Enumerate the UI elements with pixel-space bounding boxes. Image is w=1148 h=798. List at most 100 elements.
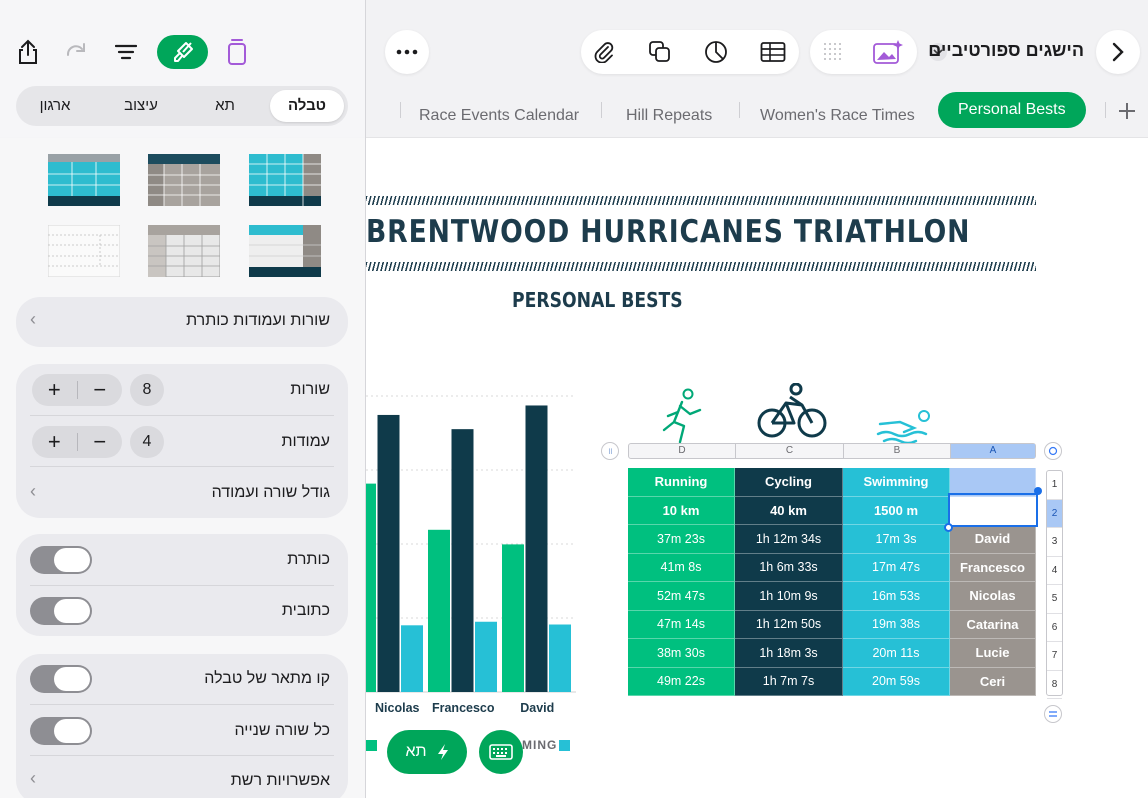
row-number[interactable]: 1 (1047, 471, 1062, 500)
table-name-cell[interactable]: Francesco (950, 553, 1036, 582)
table-name-cell[interactable]: David (950, 525, 1036, 554)
table-name-cell[interactable]: Catarina (950, 610, 1036, 639)
row-number[interactable]: 8 (1047, 671, 1062, 699)
table-style-4[interactable] (48, 225, 120, 277)
table-subheader-cell[interactable]: 10 km (628, 496, 735, 525)
tab-arrange[interactable]: ארגון (16, 90, 94, 122)
chart-bar-swimming[interactable] (401, 625, 423, 692)
table-cell[interactable]: 1h 7m 7s (735, 667, 843, 696)
table-cell[interactable]: 19m 38s (843, 610, 950, 639)
table-cell[interactable]: 1h 12m 34s (735, 525, 843, 554)
row-number[interactable]: 3 (1047, 528, 1062, 557)
rows-increment-button[interactable]: + (32, 374, 77, 406)
table-icon[interactable] (760, 40, 786, 64)
table-cell[interactable]: 1h 18m 3s (735, 639, 843, 668)
table-cell[interactable]: 37m 23s (628, 525, 735, 554)
chart-bar-cycling[interactable] (525, 405, 548, 692)
row-number[interactable]: 2 (1047, 499, 1062, 528)
alternating-rows-toggle[interactable] (30, 717, 92, 745)
row-number[interactable]: 5 (1047, 585, 1062, 614)
cell-actions-button[interactable]: תא (387, 730, 467, 774)
table-cell[interactable]: 20m 11s (843, 639, 950, 668)
table-move-handle[interactable]: ॥ (601, 442, 619, 460)
caption-toggle[interactable] (30, 597, 92, 625)
tab-table[interactable]: טבלה (270, 90, 344, 122)
table-outline-toggle[interactable] (30, 665, 92, 693)
table-cell[interactable]: 52m 47s (628, 582, 735, 611)
table-cell[interactable]: 20m 59s (843, 667, 950, 696)
row-number[interactable]: 4 (1047, 557, 1062, 585)
column-letter-b[interactable]: B (844, 444, 951, 458)
columns-decrement-button[interactable]: − (78, 426, 123, 458)
table-cell[interactable]: 16m 53s (843, 582, 950, 611)
tab-race-events-calendar[interactable]: Race Events Calendar (419, 100, 579, 132)
header-rows-columns-row[interactable]: ‹ שורות ועמודות כותרת (16, 297, 348, 347)
attachment-icon[interactable] (592, 40, 616, 64)
column-letter-d[interactable]: D (629, 444, 736, 458)
table-cell[interactable]: 1h 10m 9s (735, 582, 843, 611)
list-menu-icon[interactable] (114, 40, 138, 64)
table-select-handle[interactable] (1044, 442, 1062, 460)
table-header-cell[interactable]: Cycling (735, 468, 843, 497)
table-style-1[interactable] (48, 154, 120, 206)
more-button[interactable] (385, 30, 429, 74)
rows-stepper[interactable]: + − (32, 374, 122, 406)
table-cell[interactable]: 41m 8s (628, 553, 735, 582)
rows-decrement-button[interactable]: − (78, 374, 123, 406)
share-icon[interactable] (16, 38, 40, 66)
table-cell[interactable]: 49m 22s (628, 667, 735, 696)
media-icon[interactable] (872, 38, 904, 66)
selected-cell-a2[interactable] (948, 493, 1038, 527)
add-sheet-icon[interactable] (1116, 100, 1138, 122)
column-letter-c[interactable]: C (736, 444, 844, 458)
shapes-icon[interactable] (648, 40, 672, 64)
rows-count[interactable]: 8 (130, 374, 164, 406)
format-button[interactable] (157, 35, 208, 69)
table-style-5[interactable] (148, 225, 220, 277)
chart-bar-running[interactable] (428, 529, 450, 692)
chart-bar-swimming[interactable] (549, 624, 571, 692)
chart-bar-swimming[interactable] (475, 621, 497, 692)
table-style-2[interactable] (148, 154, 220, 206)
table-subheader-cell[interactable]: 1500 m (843, 496, 950, 525)
grid-dots-icon[interactable] (822, 41, 846, 63)
tab-cell[interactable]: תא (186, 90, 264, 122)
table-resize-handle[interactable] (1044, 705, 1062, 723)
selection-handle[interactable] (944, 523, 953, 532)
row-number[interactable]: 6 (1047, 614, 1062, 642)
document-setup-icon[interactable] (225, 38, 249, 66)
table-cell[interactable]: 1h 6m 33s (735, 553, 843, 582)
table-name-cell[interactable]: Ceri (950, 667, 1036, 696)
chart-bar-running[interactable] (502, 544, 524, 692)
table-cell[interactable]: 17m 3s (843, 525, 950, 554)
row-number[interactable]: 7 (1047, 642, 1062, 671)
keyboard-button[interactable] (479, 730, 523, 774)
tab-style[interactable]: עיצוב (102, 90, 180, 122)
table-cell[interactable]: 38m 30s (628, 639, 735, 668)
column-header-bar[interactable]: D C B A (628, 443, 1036, 459)
chart-bar-running[interactable] (366, 483, 376, 692)
title-toggle[interactable] (30, 546, 92, 574)
table-name-cell[interactable]: Nicolas (950, 582, 1036, 611)
table-style-6[interactable] (249, 225, 321, 277)
table-name-cell[interactable]: Lucie (950, 639, 1036, 668)
column-letter-a[interactable]: A (951, 444, 1035, 458)
chart-bar-cycling[interactable] (377, 414, 400, 692)
back-button[interactable] (1096, 30, 1140, 74)
table-cell[interactable]: 17m 47s (843, 553, 950, 582)
grid-options-row[interactable]: ‹ אפשרויות רשת (16, 756, 348, 798)
table-subheader-cell[interactable]: 40 km (735, 496, 843, 525)
chart-bar-cycling[interactable] (451, 429, 474, 692)
row-number-bar[interactable]: 12345678 (1046, 470, 1063, 699)
columns-stepper[interactable]: + − (32, 426, 122, 458)
table-style-3[interactable] (249, 154, 321, 206)
table-header-cell[interactable]: Running (628, 468, 735, 497)
row-column-size-row[interactable]: ‹ גודל שורה ועמודה (16, 467, 348, 517)
columns-count[interactable]: 4 (130, 426, 164, 458)
chart-icon[interactable] (704, 40, 728, 64)
columns-increment-button[interactable]: + (32, 426, 77, 458)
table-cell[interactable]: 47m 14s (628, 610, 735, 639)
selection-handle[interactable] (1034, 487, 1042, 495)
tab-personal-bests[interactable]: Personal Bests (938, 92, 1086, 128)
redo-icon[interactable] (64, 40, 88, 64)
